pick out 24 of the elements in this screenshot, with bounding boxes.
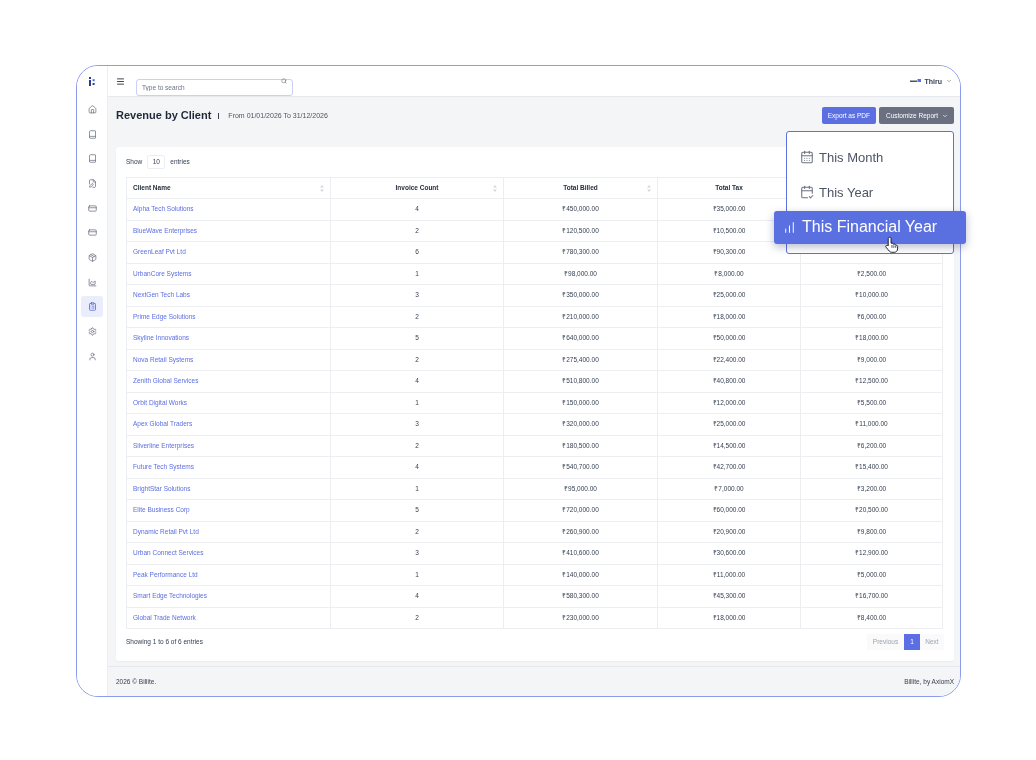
book-icon (87, 154, 97, 164)
box-icon (87, 252, 97, 262)
menu-icon[interactable] (116, 76, 125, 86)
home-icon (87, 104, 97, 114)
sidebar-item[interactable] (81, 296, 103, 318)
user-icon (87, 351, 97, 361)
clipboard-icon (87, 302, 97, 312)
bar-chart-icon (783, 220, 796, 234)
calendar-check-icon (800, 185, 814, 199)
chart-icon (87, 277, 97, 287)
caret-icon (942, 112, 948, 119)
app-logo-icon (89, 77, 95, 86)
file-pen-icon (87, 178, 97, 188)
card-icon (87, 228, 97, 238)
book-icon (87, 129, 97, 139)
caret-icon (946, 78, 952, 84)
card-icon (87, 203, 97, 213)
menu-item[interactable]: This Financial Year (774, 210, 966, 244)
logo-icon (909, 79, 921, 83)
settings-icon (87, 327, 97, 337)
search-icon (281, 78, 287, 84)
calendar-icon (800, 150, 814, 164)
page-title: Revenue by Client (116, 109, 212, 122)
menu-item[interactable]: This Month (787, 144, 953, 170)
